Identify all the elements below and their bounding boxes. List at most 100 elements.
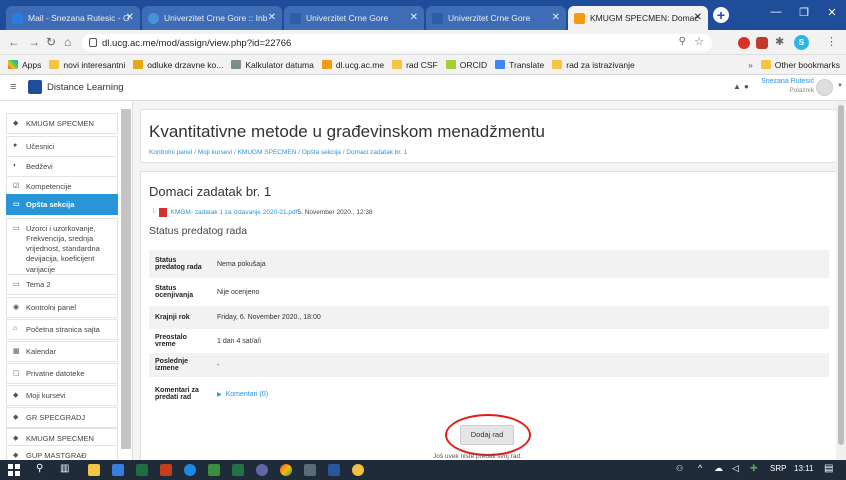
expand-icon[interactable]: ▶ [217, 392, 222, 398]
bookmark-item[interactable]: dl.ucg.ac.me [321, 60, 384, 70]
attachment-date: 5. November 2020., 12:38 [297, 209, 373, 216]
sidebar-item-site-home[interactable]: ⌂ Početna stranica sajta [6, 319, 118, 340]
sidebar-item-participants[interactable]: ● Učesnici [6, 136, 118, 157]
site-logo[interactable] [28, 80, 42, 94]
pdf-extension-icon[interactable] [756, 37, 768, 49]
bookmark-folder[interactable]: rad za istrazivanje [552, 60, 635, 70]
bookmark-item[interactable]: odluke drzavne ko... [133, 60, 223, 70]
close-icon[interactable]: ✕ [126, 12, 134, 23]
browser-tab-active[interactable]: KMUGM SPECMEN: Domac ✕ [568, 6, 708, 30]
user-avatar[interactable] [816, 79, 833, 96]
site-name[interactable]: Distance Learning [47, 82, 124, 93]
minimize-icon[interactable]: — [764, 6, 788, 18]
chrome-icon[interactable] [280, 464, 292, 476]
bookmark-apps[interactable]: Apps [8, 60, 41, 70]
browser-tab-inbox[interactable]: Univerzitet Crne Gore :: Inb ✕ [142, 6, 282, 30]
user-role: Polaznik [789, 87, 814, 94]
breadcrumb-item[interactable]: Opšta sekcija [302, 149, 341, 156]
close-icon[interactable]: ✕ [410, 12, 418, 23]
sidebar-item-calendar[interactable]: ▦ Kalendar [6, 341, 118, 362]
cloud-icon[interactable]: ☁ [714, 463, 723, 474]
sidebar-item-general-section[interactable]: ▭ Opšta sekcija [6, 194, 118, 215]
browser-tab-ucg-1[interactable]: Univerzitet Crne Gore ✕ [284, 6, 424, 30]
table-row: Status predatog rada Nema pokušaja [149, 250, 829, 278]
sidebar-scrollbar[interactable] [121, 109, 131, 449]
reload-icon[interactable]: ↻ [46, 35, 56, 49]
bookmark-item[interactable]: Kalkulator datuma [231, 60, 314, 70]
sidebar-item-course-gr[interactable]: ◆ GR SPECGRADJ [6, 407, 118, 428]
task-view-icon[interactable]: ▥ [60, 463, 69, 474]
excel-icon[interactable] [136, 464, 148, 476]
breadcrumb-item[interactable]: Kontrolni panel [149, 149, 192, 156]
profile-avatar[interactable]: S [794, 35, 809, 50]
skype-icon[interactable] [256, 464, 268, 476]
edge-icon[interactable] [184, 464, 196, 476]
browser-tab-mail[interactable]: Mail - Snezana Rutesic - O ✕ [6, 6, 140, 30]
file-explorer-icon[interactable] [88, 464, 100, 476]
breadcrumb-item[interactable]: Moji kursevi [198, 149, 232, 156]
back-icon[interactable]: ← [8, 35, 20, 49]
home-icon[interactable]: ⌂ [64, 35, 71, 49]
search-icon[interactable]: ⚲ [36, 463, 43, 474]
sidebar-item-topic-1[interactable]: ▭ Uzorci i uzorkovanje, Frekvencija, sred… [6, 218, 118, 281]
comments-link[interactable]: Komentari (0) [226, 391, 268, 398]
other-bookmarks[interactable]: Other bookmarks [760, 60, 840, 70]
windows-start-icon[interactable] [8, 464, 20, 476]
excel-2-icon[interactable] [232, 464, 244, 476]
sidebar-item-my-courses[interactable]: ◆ Moji kursevi [6, 385, 118, 406]
bookmarks-bar: Apps novi interesantni odluke drzavne ko… [0, 55, 846, 75]
zoom-icon[interactable]: ⚲ [679, 36, 686, 47]
window-close-icon[interactable]: ✕ [820, 6, 844, 19]
clock[interactable]: 13:11 [794, 464, 813, 473]
browser-menu-icon[interactable]: ⋮ [826, 35, 837, 48]
powerpoint-icon[interactable] [160, 464, 172, 476]
sidebar-item-course-gup[interactable]: ◆ GUP MASTGRAĐ [6, 445, 118, 460]
forward-icon[interactable]: → [28, 35, 40, 49]
calculator-app-icon[interactable] [304, 464, 316, 476]
browser-tab-ucg-2[interactable]: Univerzitet Crne Gore ✕ [426, 6, 566, 30]
close-icon[interactable]: ✕ [552, 12, 560, 23]
folder-icon: ▭ [13, 201, 20, 208]
opera-extension-icon[interactable] [738, 37, 750, 49]
close-icon[interactable]: ✕ [694, 12, 702, 23]
sidebar-item-private-files[interactable]: ▢ Privatne datoteke [6, 363, 118, 384]
bookmark-folder[interactable]: novi interesantni [49, 60, 125, 70]
mail-app-icon[interactable] [112, 464, 124, 476]
extensions-icon[interactable]: ✱ [775, 35, 784, 48]
bookmark-folder[interactable]: rad CSF [392, 60, 438, 70]
network-icon[interactable]: ✚ [750, 463, 758, 474]
language-indicator[interactable]: SRP [770, 464, 786, 473]
sidebar-item-badges[interactable]: ◐ Bedževi [6, 156, 118, 177]
app-icon[interactable] [352, 464, 364, 476]
new-tab-button[interactable]: + [713, 7, 729, 23]
chevron-up-icon[interactable]: ^ [698, 463, 702, 473]
page-scrollbar[interactable] [836, 101, 846, 460]
breadcrumb-item[interactable]: Domaci zadatak br. 1 [346, 149, 407, 156]
close-icon[interactable]: ✕ [268, 12, 276, 23]
bookmark-item[interactable]: Translate [495, 60, 544, 70]
volume-icon[interactable]: ◁ [732, 463, 739, 474]
bookmark-item[interactable]: ORCID [445, 60, 487, 70]
mail-icon [12, 12, 23, 24]
user-name[interactable]: Snezana Rutesić [758, 78, 814, 85]
course-icon: ◆ [13, 414, 19, 421]
more-bookmarks-button[interactable]: » [748, 60, 753, 70]
attachment-link[interactable]: KMGM- zadatak 1 za izdavanje 2020-21.pdf [171, 209, 298, 216]
messages-icon[interactable]: ● [744, 82, 749, 91]
sidebar-item-dashboard[interactable]: ◉ Kontrolni panel [6, 297, 118, 318]
notification-center-icon[interactable]: ▤ [824, 463, 833, 474]
sidebar-item-topic-2[interactable]: ▭ Tema 2 [6, 274, 118, 295]
store-icon[interactable] [208, 464, 220, 476]
maximize-icon[interactable]: ❐ [792, 6, 816, 19]
notifications-icon[interactable]: ▲ [733, 82, 741, 91]
star-icon[interactable]: ☆ [694, 35, 704, 48]
scrollbar-thumb[interactable] [838, 105, 844, 445]
hamburger-menu-icon[interactable]: ≡ [10, 81, 16, 93]
url-input[interactable]: dl.ucg.ac.me/mod/assign/view.php?id=2276… [82, 34, 712, 52]
breadcrumb-item[interactable]: KMUGM SPECMEN [238, 149, 297, 156]
people-icon[interactable]: ⚇ [676, 464, 683, 473]
word-icon[interactable] [328, 464, 340, 476]
row-label: Status ocenjivanja [155, 285, 194, 299]
chevron-down-icon[interactable]: ▼ [837, 83, 843, 89]
sidebar-item-course[interactable]: ◆ KMUGM SPECMEN [6, 113, 118, 134]
